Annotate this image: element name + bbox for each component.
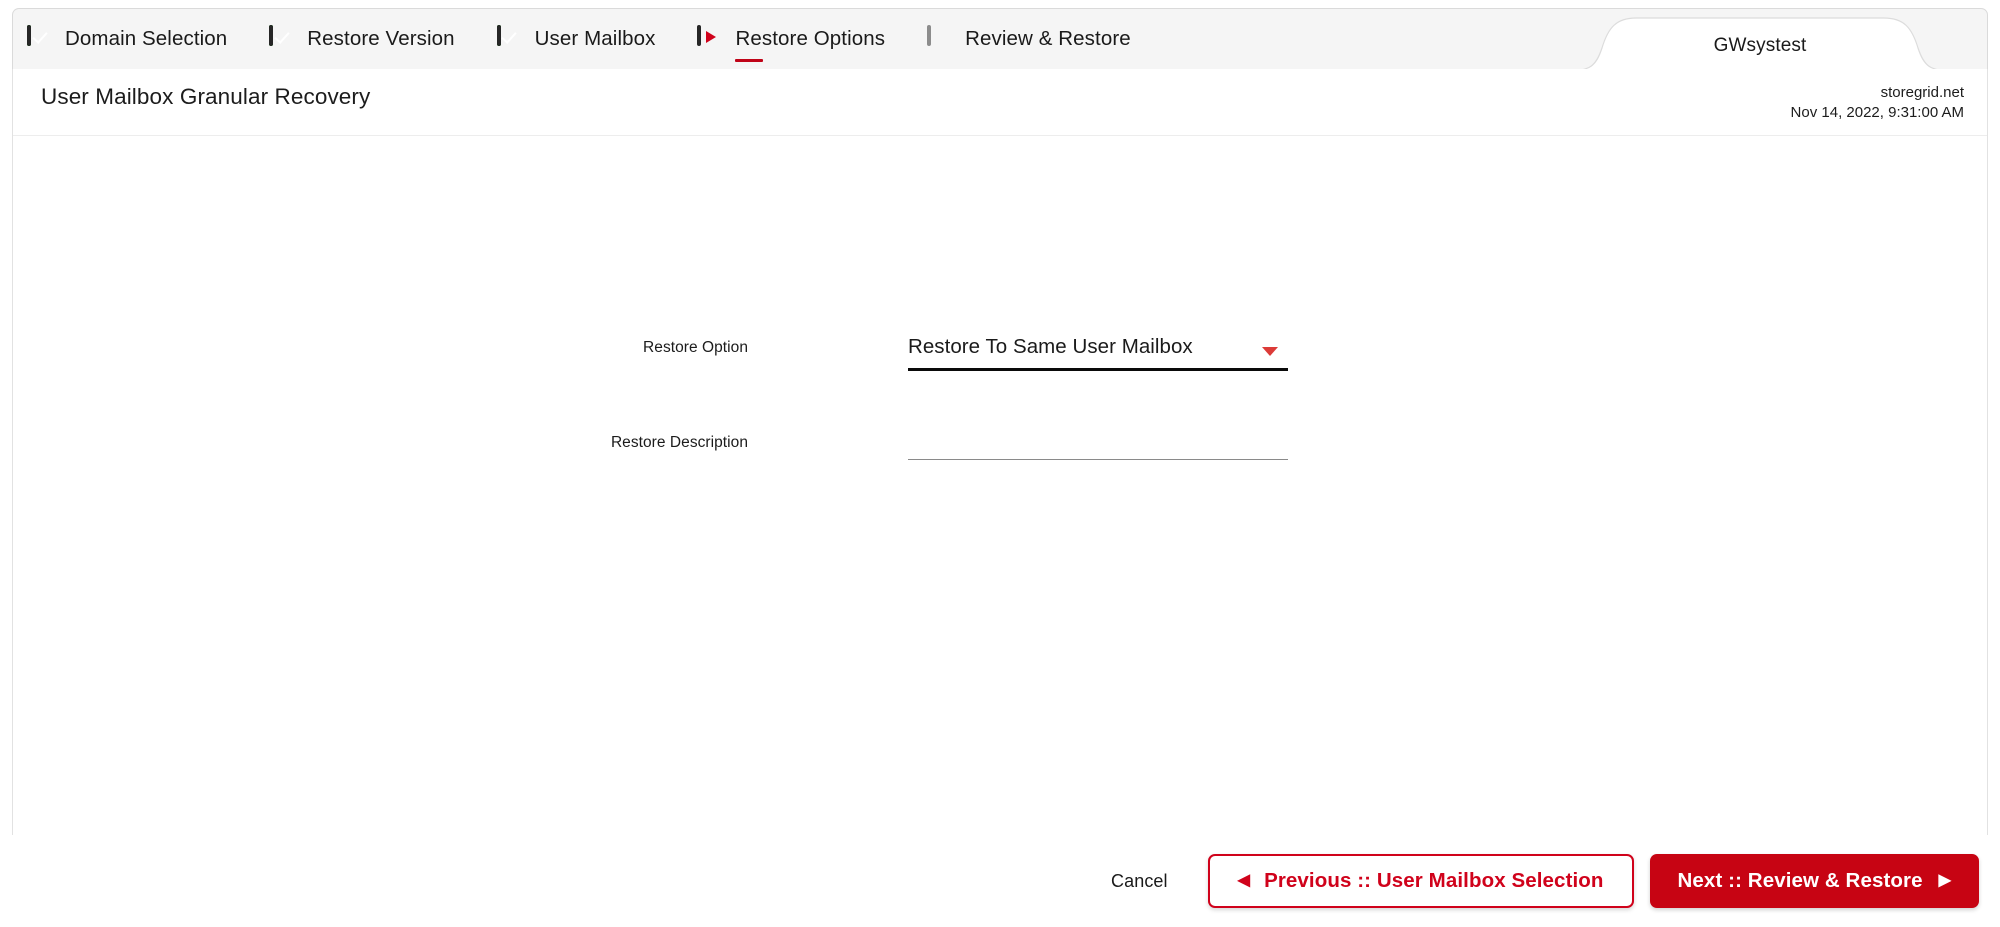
play-icon [697,24,722,52]
wizard-step-bar: Domain Selection Restore Version User Ma… [12,8,1988,70]
application-window: Domain Selection Restore Version User Ma… [0,0,2000,927]
page-title: User Mailbox Granular Recovery [41,84,371,109]
step-label-user-mailbox: User Mailbox [534,27,656,50]
chevron-down-icon[interactable] [1262,347,1278,356]
header-meta: storegrid.net Nov 14, 2022, 9:31:00 AM [1791,83,1964,123]
restore-description-control [908,426,1288,460]
header-timestamp: Nov 14, 2022, 9:31:00 AM [1790,103,1964,121]
form-row-restore-option: Restore Option Restore To Same User Mail… [13,331,1987,375]
next-button[interactable]: Next :: Review & Restore ▶ [1649,854,1979,908]
step-restore-options[interactable]: Restore Options [697,9,885,69]
restore-description-field[interactable] [908,426,1288,460]
wizard-footer: Cancel ◀ Previous :: User Mailbox Select… [0,835,2000,927]
step-restore-version[interactable]: Restore Version [269,9,455,69]
restore-description-input[interactable] [908,426,1288,459]
restore-description-label: Restore Description [610,434,748,451]
form-row-restore-description: Restore Description [13,426,1987,470]
restore-option-select[interactable]: Restore To Same User Mailbox [908,331,1288,371]
next-button-label: Next :: Review & Restore [1677,869,1923,892]
restore-option-control: Restore To Same User Mailbox [908,331,1288,371]
previous-button[interactable]: ◀ Previous :: User Mailbox Selection [1207,854,1634,908]
wizard-step-bar-container: Domain Selection Restore Version User Ma… [12,8,1988,71]
step-label-domain-selection: Domain Selection [65,27,228,50]
arrow-left-icon: ◀ [1237,872,1251,889]
step-user-mailbox[interactable]: User Mailbox [496,9,656,69]
cancel-button[interactable]: Cancel [1107,865,1172,898]
step-label-restore-options: Restore Options [735,27,886,50]
checkbox-unchecked-icon [927,24,952,52]
restore-options-form: Restore Option Restore To Same User Mail… [13,136,1987,834]
checkbox-checked-icon [27,24,52,52]
active-step-indicator [735,58,764,62]
restore-option-label: Restore Option [643,339,748,356]
header-domain: storegrid.net [1880,84,1964,101]
step-label-review-restore: Review & Restore [965,27,1131,50]
main-panel: User Mailbox Granular Recovery storegrid… [12,69,1988,835]
checkbox-checked-icon [496,24,522,52]
arrow-right-icon: ▶ [1938,872,1951,889]
restore-option-selected-value: Restore To Same User Mailbox [908,335,1193,358]
checkbox-checked-icon [269,24,294,52]
previous-button-label: Previous :: User Mailbox Selection [1264,869,1604,892]
step-label-restore-version: Restore Version [307,27,455,50]
step-domain-selection[interactable]: Domain Selection [27,9,227,69]
panel-header: User Mailbox Granular Recovery storegrid… [13,69,1987,136]
step-review-restore[interactable]: Review & Restore [927,9,1131,69]
